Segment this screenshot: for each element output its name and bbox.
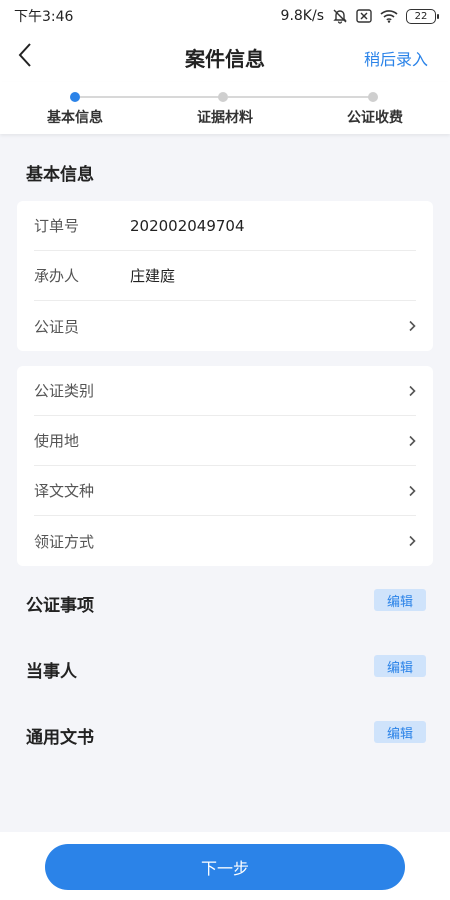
section-title-general-documents: 通用文书 [26, 728, 94, 748]
pickup-method-row[interactable]: 领证方式 [34, 516, 416, 566]
edit-notary-matters-button[interactable]: 编辑 [374, 589, 426, 611]
step-dot-active [70, 92, 80, 102]
network-speed: 9.8K/s [280, 8, 324, 24]
notary-category-label: 公证类别 [34, 382, 95, 400]
nav-bar: 案件信息 稍后录入 [0, 32, 450, 82]
next-step-button[interactable]: 下一步 [45, 844, 405, 890]
wifi-icon [380, 9, 398, 23]
usage-place-row[interactable]: 使用地 [34, 416, 416, 466]
chevron-right-icon [408, 535, 416, 547]
chevron-right-icon [408, 320, 416, 332]
step-fees[interactable]: 公证收费 [325, 107, 425, 127]
close-box-icon [356, 9, 372, 23]
edit-general-documents-button[interactable]: 编辑 [374, 721, 426, 743]
enter-later-button[interactable]: 稍后录入 [364, 46, 428, 70]
battery-level: 22 [414, 10, 428, 22]
step-dot [368, 92, 378, 102]
notary-label: 公证员 [34, 317, 80, 336]
bottom-bar: 下一步 [0, 832, 450, 900]
order-number-row: 订单号 202002049704 [34, 201, 416, 251]
translation-language-row[interactable]: 译文文种 [34, 466, 416, 516]
notary-details-card: 公证类别 使用地 译文文种 领证方式 [17, 366, 433, 566]
step-connector [228, 96, 370, 98]
chevron-right-icon [408, 435, 416, 447]
chevron-right-icon [408, 485, 416, 497]
handler-row: 承办人 庄建庭 [34, 251, 416, 301]
progress-stepper: 基本信息 证据材料 公证收费 [0, 82, 450, 134]
step-basic-info[interactable]: 基本信息 [25, 107, 125, 127]
translation-language-label: 译文文种 [34, 482, 95, 500]
order-number-value: 202002049704 [130, 216, 245, 235]
step-connector [80, 96, 223, 98]
battery-icon: 22 [406, 8, 439, 24]
back-button[interactable] [10, 42, 40, 72]
handler-value: 庄建庭 [130, 267, 176, 285]
status-time: 下午3:46 [14, 9, 74, 25]
mute-bell-icon [332, 8, 348, 24]
handler-label: 承办人 [34, 267, 80, 285]
usage-place-label: 使用地 [34, 432, 80, 450]
pickup-method-label: 领证方式 [34, 532, 95, 551]
chevron-left-icon [17, 42, 33, 72]
order-number-label: 订单号 [34, 217, 80, 235]
status-right-group: 9.8K/s 22 [280, 8, 439, 24]
status-bar: 下午3:46 9.8K/s 22 [0, 0, 450, 32]
section-title-parties: 当事人 [26, 662, 77, 682]
page-title: 案件信息 [185, 46, 265, 71]
step-evidence[interactable]: 证据材料 [175, 107, 275, 127]
section-title-notary-matters: 公证事项 [26, 596, 94, 616]
notary-row[interactable]: 公证员 [34, 301, 416, 351]
basic-info-card: 订单号 202002049704 承办人 庄建庭 公证员 [17, 201, 433, 351]
section-title-basic-info: 基本信息 [26, 165, 94, 185]
step-dot [218, 92, 228, 102]
edit-parties-button[interactable]: 编辑 [374, 655, 426, 677]
notary-category-row[interactable]: 公证类别 [34, 366, 416, 416]
chevron-right-icon [408, 385, 416, 397]
